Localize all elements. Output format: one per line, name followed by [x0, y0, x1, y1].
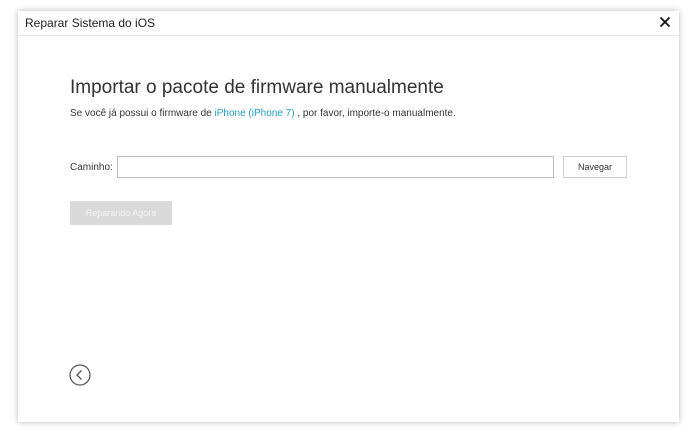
page-title: Importar o pacote de firmware manualment… [70, 77, 444, 98]
close-icon [659, 16, 671, 28]
instruction-text-end: , por favor, importe-o manualmente. [294, 108, 456, 119]
path-label: Caminho: [70, 162, 113, 173]
close-button[interactable] [657, 14, 673, 30]
window-title: Reparar Sistema do iOS [25, 16, 156, 30]
back-button[interactable] [69, 364, 91, 386]
browse-button[interactable]: Navegar [563, 156, 627, 178]
instruction-text-start: Se você já possui o firmware de [70, 108, 215, 119]
repair-now-button[interactable]: Reparando Agora [70, 201, 172, 225]
instruction-text: Se você já possui o firmware de iPhone (… [70, 108, 456, 119]
path-input[interactable] [117, 156, 554, 178]
repair-dialog: Reparar Sistema do iOS Importar o pacote… [18, 11, 679, 422]
back-arrow-icon [69, 364, 91, 386]
title-bar: Reparar Sistema do iOS [18, 11, 679, 36]
device-link[interactable]: iPhone (iPhone 7) [215, 108, 295, 119]
